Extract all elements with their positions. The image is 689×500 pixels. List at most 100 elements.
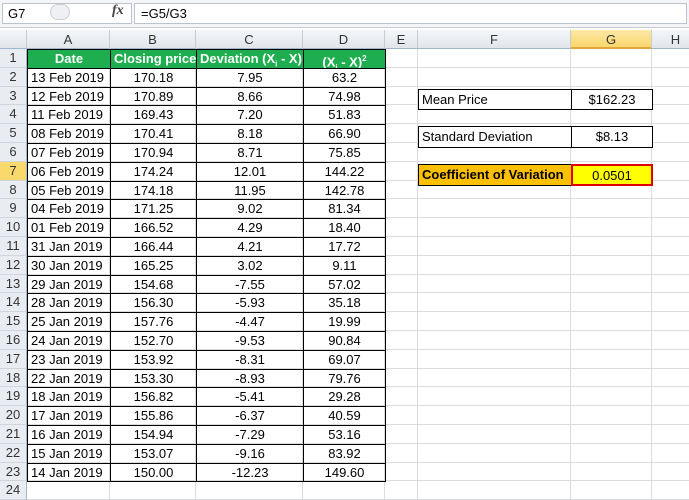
cell-date[interactable]: 14 Jan 2019	[27, 462, 111, 483]
column-header-h[interactable]: H	[652, 30, 689, 49]
cell-squared-deviation[interactable]: 66.90	[303, 124, 386, 144]
cell-deviation[interactable]: -4.47	[196, 312, 304, 332]
cell-date[interactable]: 13 Feb 2019	[27, 67, 111, 88]
cell-closing-price[interactable]: 154.94	[110, 425, 197, 445]
cell-squared-deviation[interactable]: 19.99	[303, 312, 386, 332]
row-header-5[interactable]: 5	[0, 124, 27, 143]
cell-closing-price[interactable]: 155.86	[110, 406, 197, 426]
cell-date[interactable]: 12 Feb 2019	[27, 86, 111, 107]
cell-date[interactable]: 08 Feb 2019	[27, 124, 111, 144]
cell-deviation[interactable]: -7.55	[196, 274, 304, 295]
column-header-f[interactable]: F	[418, 30, 571, 49]
cell-deviation[interactable]: -5.93	[196, 293, 304, 314]
cell-closing-price[interactable]: 170.18	[110, 67, 197, 88]
cell-deviation[interactable]: -5.41	[196, 387, 304, 408]
cell-deviation[interactable]: -9.53	[196, 331, 304, 351]
cell-squared-deviation[interactable]: 18.40	[303, 218, 386, 238]
cell-deviation[interactable]: -8.31	[196, 349, 304, 370]
cell-squared-deviation[interactable]: 17.72	[303, 237, 386, 257]
cell-closing-price[interactable]: 171.25	[110, 199, 197, 220]
cell-deviation[interactable]: 7.20	[196, 105, 304, 126]
cell-deviation[interactable]: -9.16	[196, 443, 304, 464]
cell-closing-price[interactable]: 165.25	[110, 255, 197, 276]
row-header-4[interactable]: 4	[0, 105, 27, 125]
cell-closing-price[interactable]: 152.70	[110, 331, 197, 351]
cell-closing-price[interactable]: 166.44	[110, 237, 197, 257]
cell-squared-deviation[interactable]: 57.02	[303, 274, 386, 295]
cell-squared-deviation[interactable]: 9.11	[303, 255, 386, 276]
cell-squared-deviation[interactable]: 29.28	[303, 387, 386, 408]
row-header-12[interactable]: 12	[0, 255, 27, 275]
header-squared-deviation[interactable]: (Xi - X)2	[303, 49, 386, 69]
cell-date[interactable]: 04 Feb 2019	[27, 199, 111, 220]
cell-date[interactable]: 22 Jan 2019	[27, 368, 111, 389]
row-header-8[interactable]: 8	[0, 180, 27, 200]
cell-date[interactable]: 28 Jan 2019	[27, 293, 111, 314]
cell-deviation[interactable]: 8.66	[196, 86, 304, 107]
row-header-14[interactable]: 14	[0, 293, 27, 313]
cell-squared-deviation[interactable]: 40.59	[303, 406, 386, 426]
standard-deviation-value[interactable]: $8.13	[571, 126, 653, 148]
cell-squared-deviation[interactable]: 149.60	[303, 462, 386, 483]
cell-deviation[interactable]: -7.29	[196, 425, 304, 445]
row-header-16[interactable]: 16	[0, 331, 27, 350]
mean-price-value[interactable]: $162.23	[571, 88, 653, 111]
cell-deviation[interactable]: 8.71	[196, 143, 304, 163]
cell-closing-price[interactable]: 156.82	[110, 387, 197, 408]
cell-date[interactable]: 07 Feb 2019	[27, 143, 111, 163]
cell-closing-price[interactable]: 170.41	[110, 124, 197, 144]
cell-deviation[interactable]: -6.37	[196, 406, 304, 426]
cell-deviation[interactable]: 4.29	[196, 218, 304, 238]
row-header-9[interactable]: 9	[0, 199, 27, 219]
row-header-24[interactable]: 24	[0, 481, 27, 500]
cell-date[interactable]: 29 Jan 2019	[27, 274, 111, 295]
formula-input[interactable]: =G5/G3	[134, 3, 687, 24]
cell-date[interactable]: 11 Feb 2019	[27, 105, 111, 126]
row-header-19[interactable]: 19	[0, 387, 27, 407]
cell-closing-price[interactable]: 174.18	[110, 180, 197, 201]
cell-deviation[interactable]: 11.95	[196, 180, 304, 201]
cell-closing-price[interactable]: 170.89	[110, 86, 197, 107]
row-header-1[interactable]: 1	[0, 49, 27, 68]
cell-deviation[interactable]: 9.02	[196, 199, 304, 220]
cell-squared-deviation[interactable]: 69.07	[303, 349, 386, 370]
cell-deviation[interactable]: -8.93	[196, 368, 304, 389]
row-header-7[interactable]: 7	[0, 161, 27, 181]
cell-date[interactable]: 06 Feb 2019	[27, 161, 111, 182]
cell-squared-deviation[interactable]: 142.78	[303, 180, 386, 201]
column-header-e[interactable]: E	[385, 30, 418, 49]
cell-deviation[interactable]: 12.01	[196, 161, 304, 182]
cell-closing-price[interactable]: 166.52	[110, 218, 197, 238]
cell-closing-price[interactable]: 154.68	[110, 274, 197, 295]
cell-squared-deviation[interactable]: 63.2	[303, 67, 386, 88]
row-header-11[interactable]: 11	[0, 237, 27, 256]
column-header-a[interactable]: A	[27, 30, 110, 49]
cell-date[interactable]: 18 Jan 2019	[27, 387, 111, 408]
row-header-23[interactable]: 23	[0, 462, 27, 482]
row-header-22[interactable]: 22	[0, 443, 27, 463]
row-header-15[interactable]: 15	[0, 312, 27, 331]
cell-deviation[interactable]: 3.02	[196, 255, 304, 276]
cell-date[interactable]: 05 Feb 2019	[27, 180, 111, 201]
insert-function-icon[interactable]: fx	[112, 3, 124, 19]
row-header-21[interactable]: 21	[0, 425, 27, 444]
cell-date[interactable]: 31 Jan 2019	[27, 237, 111, 257]
row-header-6[interactable]: 6	[0, 143, 27, 162]
cell-squared-deviation[interactable]: 35.18	[303, 293, 386, 314]
cell-closing-price[interactable]: 153.30	[110, 368, 197, 389]
column-header-g[interactable]: G	[571, 30, 652, 49]
select-all-corner[interactable]	[0, 30, 27, 49]
column-header-d[interactable]: D	[303, 30, 385, 49]
row-header-3[interactable]: 3	[0, 86, 27, 106]
cell-closing-price[interactable]: 156.30	[110, 293, 197, 314]
cell-squared-deviation[interactable]: 51.83	[303, 105, 386, 126]
header-deviation[interactable]: Deviation (Xi - X)	[196, 49, 304, 69]
cell-date[interactable]: 15 Jan 2019	[27, 443, 111, 464]
header-date[interactable]: Date	[27, 49, 111, 69]
cell-closing-price[interactable]: 170.94	[110, 143, 197, 163]
cell-closing-price[interactable]: 150.00	[110, 462, 197, 483]
row-header-18[interactable]: 18	[0, 368, 27, 388]
cell-date[interactable]: 01 Feb 2019	[27, 218, 111, 238]
cell-squared-deviation[interactable]: 81.34	[303, 199, 386, 220]
cell-closing-price[interactable]: 174.24	[110, 161, 197, 182]
